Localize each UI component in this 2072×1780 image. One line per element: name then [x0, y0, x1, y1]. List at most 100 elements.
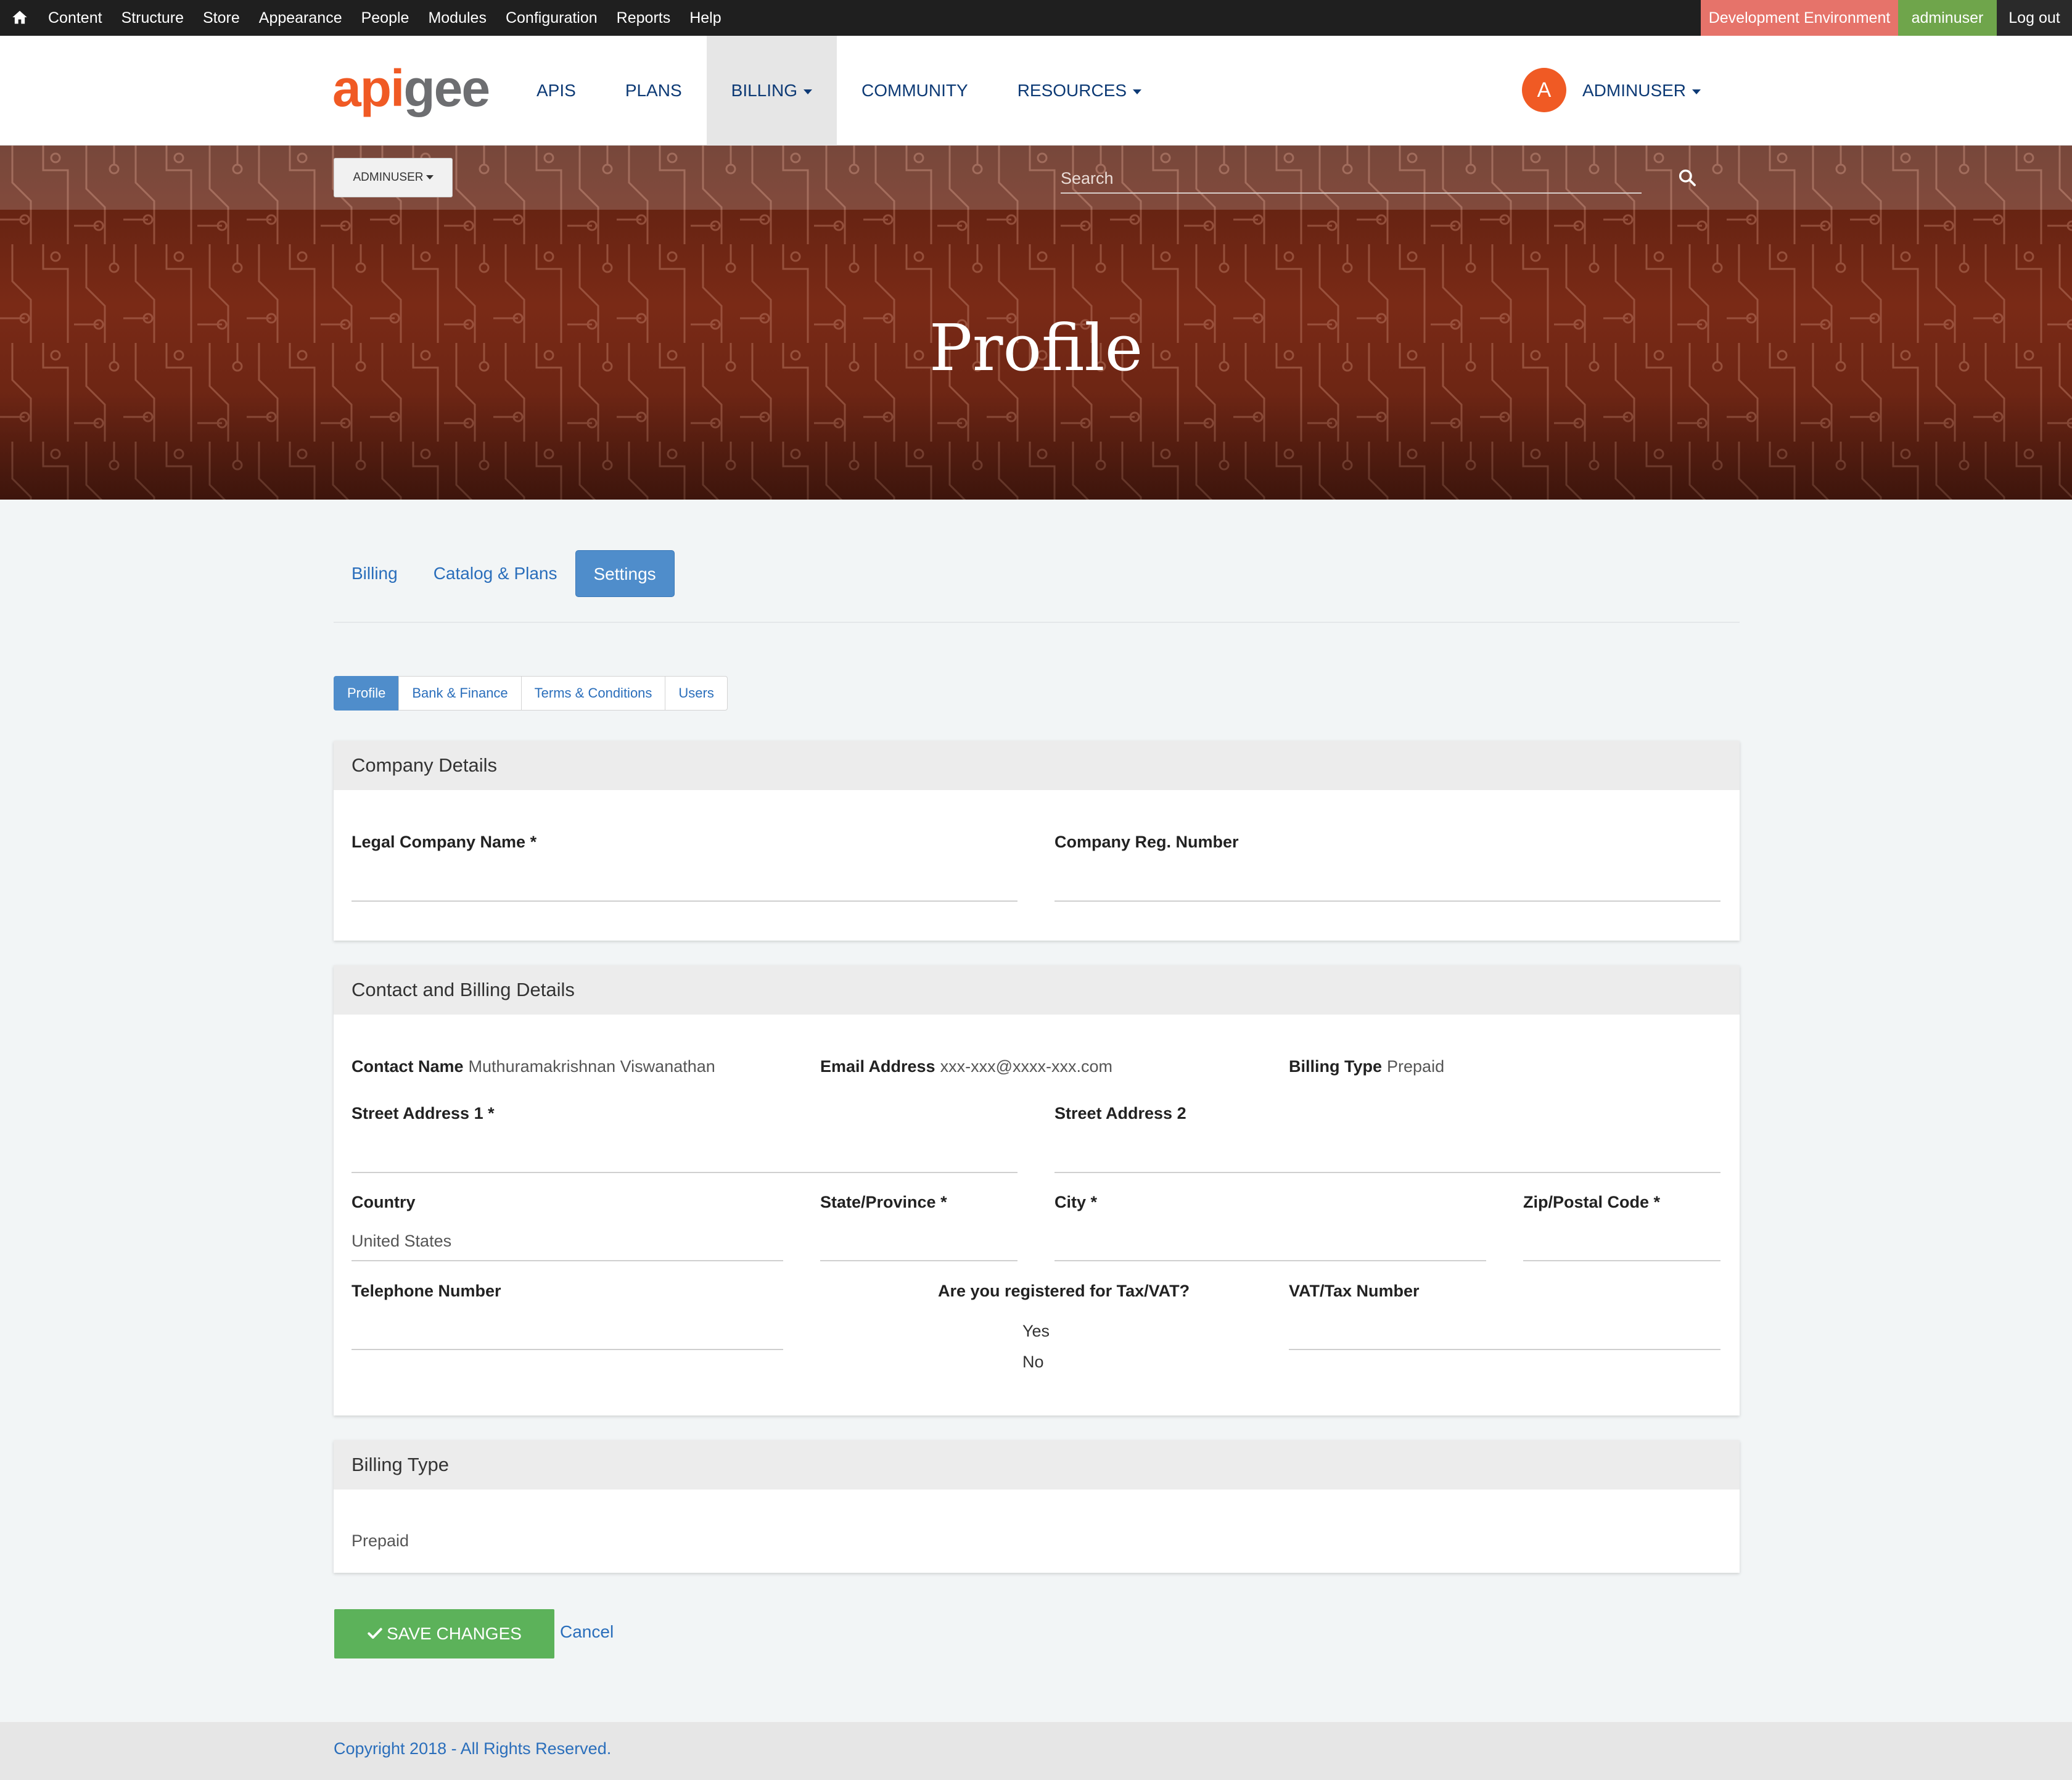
- caret-down-icon: [1692, 89, 1701, 94]
- subtab-bank-finance[interactable]: Bank & Finance: [398, 676, 522, 711]
- nav-apis-label: APIS: [536, 81, 576, 100]
- subtab-terms-conditions[interactable]: Terms & Conditions: [520, 676, 666, 711]
- cancel-link[interactable]: Cancel: [560, 1622, 614, 1642]
- zip-postal-code-input[interactable]: [1523, 1260, 1720, 1261]
- tab-catalog-plans[interactable]: Catalog & Plans: [416, 550, 575, 597]
- admin-menu-modules[interactable]: Modules: [428, 9, 487, 27]
- admin-toolbar: Content Structure Store Appearance Peopl…: [0, 0, 2072, 36]
- caret-down-icon: [804, 89, 813, 94]
- nav-billing[interactable]: BILLING: [706, 36, 837, 146]
- hero-toolbar-strip: [0, 146, 2072, 210]
- home-icon[interactable]: [11, 9, 28, 26]
- legal-company-name-input[interactable]: [352, 900, 1018, 902]
- nav-resources[interactable]: RESOURCES: [993, 36, 1166, 146]
- apigee-logo[interactable]: apigee: [332, 59, 490, 117]
- tax-vat-question: Are you registered for Tax/VAT?: [938, 1282, 1190, 1300]
- billing-type-label: Billing Type: [1289, 1057, 1383, 1076]
- copyright-text: Copyright 2018 - All Rights Reserved.: [334, 1739, 612, 1758]
- nav-billing-label: BILLING: [731, 81, 798, 100]
- contact-billing-panel: Contact and Billing Details Contact Name…: [334, 965, 1740, 1415]
- admin-menu-structure[interactable]: Structure: [121, 9, 184, 27]
- search-input[interactable]: [1061, 164, 1642, 194]
- main-nav: APIS PLANS BILLING COMMUNITY RESOURCES: [512, 36, 1166, 146]
- avatar[interactable]: A: [1522, 68, 1566, 112]
- subtab-users[interactable]: Users: [665, 676, 728, 711]
- legal-company-name-label: Legal Company Name *: [352, 833, 537, 851]
- page-title: Profile: [929, 310, 1143, 385]
- street-address-1-label: Street Address 1 *: [352, 1104, 495, 1123]
- user-menu-label: ADMINUSER: [1582, 81, 1687, 100]
- country-select[interactable]: United States: [352, 1232, 451, 1251]
- environment-indicator[interactable]: Development Environment: [1701, 0, 1898, 36]
- nav-community[interactable]: COMMUNITY: [837, 36, 993, 146]
- check-icon: [367, 1625, 383, 1641]
- caret-down-icon: [426, 175, 434, 180]
- tab-settings[interactable]: Settings: [575, 550, 675, 597]
- state-province-select[interactable]: [820, 1260, 1018, 1261]
- email-address-value: xxx-xxx@xxxx-xxx.com: [940, 1057, 1112, 1076]
- footer: Copyright 2018 - All Rights Reserved.: [0, 1722, 2072, 1780]
- admin-username-link[interactable]: adminuser: [1898, 0, 1997, 36]
- subtab-profile[interactable]: Profile: [334, 676, 400, 711]
- admin-menu-content[interactable]: Content: [48, 9, 102, 27]
- caret-down-icon: [1133, 89, 1142, 94]
- vat-tax-number-label: VAT/Tax Number: [1289, 1282, 1420, 1300]
- logo-text-gee: gee: [403, 59, 490, 117]
- admin-menu-configuration[interactable]: Configuration: [506, 9, 598, 27]
- city-label: City *: [1054, 1193, 1098, 1211]
- state-province-label: State/Province *: [820, 1193, 947, 1211]
- user-menu[interactable]: ADMINUSER: [1582, 36, 1701, 146]
- admin-menu: Content Structure Store Appearance Peopl…: [48, 0, 741, 36]
- admin-menu-people[interactable]: People: [361, 9, 409, 27]
- company-reg-number-label: Company Reg. Number: [1054, 833, 1239, 851]
- billing-tabs: Billing Catalog & Plans Settings: [334, 550, 675, 597]
- billing-type-value: Prepaid: [1387, 1057, 1445, 1076]
- vat-tax-number-input[interactable]: [1289, 1349, 1720, 1350]
- email-address-field: Email Address xxx-xxx@xxxx-xxx.com: [820, 1057, 1112, 1076]
- nav-plans[interactable]: PLANS: [601, 36, 707, 146]
- contact-name-field: Contact Name Muthuramakrishnan Viswanatha…: [352, 1057, 715, 1076]
- city-input[interactable]: [1054, 1260, 1486, 1261]
- company-reg-number-input[interactable]: [1054, 900, 1720, 902]
- tab-billing[interactable]: Billing: [334, 550, 416, 597]
- tax-vat-option-yes[interactable]: Yes: [1022, 1322, 1050, 1341]
- telephone-number-label: Telephone Number: [352, 1282, 501, 1300]
- logo-text-api: api: [332, 59, 405, 117]
- nav-apis[interactable]: APIS: [512, 36, 601, 146]
- telephone-number-input[interactable]: [352, 1349, 783, 1350]
- admin-menu-appearance[interactable]: Appearance: [259, 9, 342, 27]
- billing-type-current: Prepaid: [352, 1531, 409, 1550]
- contact-billing-heading: Contact and Billing Details: [334, 965, 1740, 1015]
- contact-name-label: Contact Name: [352, 1057, 464, 1076]
- tabs-divider: [334, 622, 1740, 623]
- billing-type-panel: Billing Type Prepaid: [334, 1440, 1740, 1573]
- zip-postal-code-label: Zip/Postal Code *: [1523, 1193, 1661, 1211]
- admin-menu-help[interactable]: Help: [689, 9, 721, 27]
- logout-link[interactable]: Log out: [1997, 0, 2072, 36]
- company-details-panel: Company Details Legal Company Name * Com…: [334, 741, 1740, 941]
- street-address-2-label: Street Address 2: [1054, 1104, 1186, 1123]
- nav-plans-label: PLANS: [625, 81, 682, 100]
- billing-type-field: Billing Type Prepaid: [1289, 1057, 1444, 1076]
- street-address-1-input[interactable]: [352, 1172, 1018, 1173]
- company-details-heading: Company Details: [334, 741, 1740, 790]
- street-address-2-input[interactable]: [1054, 1172, 1720, 1173]
- user-dropdown-label: ADMINUSER: [353, 171, 424, 184]
- admin-toolbar-right: Development Environment adminuser Log ou…: [1701, 0, 2072, 36]
- site-header: apigee APIS PLANS BILLING COMMUNITY RESO…: [0, 36, 2072, 146]
- email-address-label: Email Address: [820, 1057, 935, 1076]
- save-changes-button[interactable]: SAVE CHANGES: [334, 1609, 554, 1658]
- hero-banner: ADMINUSER Profile: [0, 146, 2072, 500]
- user-dropdown-button[interactable]: ADMINUSER: [334, 158, 453, 197]
- tax-vat-option-no[interactable]: No: [1022, 1353, 1044, 1372]
- nav-community-label: COMMUNITY: [861, 81, 968, 100]
- country-select-underline: [352, 1260, 783, 1261]
- search-icon[interactable]: [1677, 168, 1697, 187]
- nav-resources-label: RESOURCES: [1017, 81, 1127, 100]
- admin-menu-reports[interactable]: Reports: [617, 9, 671, 27]
- admin-menu-store[interactable]: Store: [203, 9, 240, 27]
- contact-name-value: Muthuramakrishnan Viswanathan: [468, 1057, 715, 1076]
- save-changes-label: SAVE CHANGES: [387, 1624, 522, 1643]
- country-label: Country: [352, 1193, 416, 1211]
- settings-subtabs: Profile Bank & Finance Terms & Condition…: [334, 676, 728, 711]
